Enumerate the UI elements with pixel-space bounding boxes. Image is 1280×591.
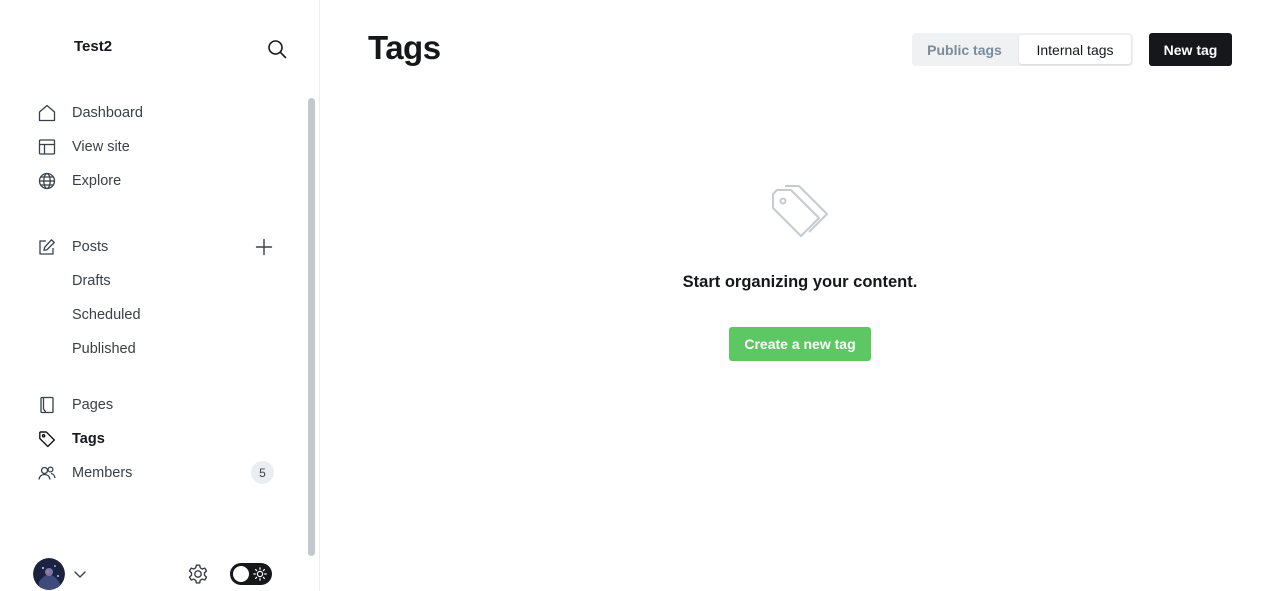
new-tag-button[interactable]: New tag xyxy=(1149,33,1232,66)
sidebar-item-label: Dashboard xyxy=(72,105,143,121)
globe-icon xyxy=(36,170,58,192)
sidebar-item-drafts[interactable]: Drafts xyxy=(72,268,111,294)
page-icon xyxy=(36,394,58,416)
sidebar: Test2 Dashboard View site Explore Posts … xyxy=(0,0,320,591)
sidebar-item-label: Pages xyxy=(72,397,114,413)
sidebar-item-view-site[interactable]: View site xyxy=(36,132,276,162)
home-icon xyxy=(36,102,58,124)
site-title[interactable]: Test2 xyxy=(74,38,112,55)
members-icon xyxy=(36,462,58,484)
avatar[interactable] xyxy=(33,558,65,590)
sidebar-item-pages[interactable]: Pages xyxy=(36,390,276,420)
page-title: Tags xyxy=(368,29,441,66)
sidebar-item-dashboard[interactable]: Dashboard xyxy=(36,98,276,128)
theme-toggle[interactable] xyxy=(230,563,272,585)
search-icon[interactable] xyxy=(265,37,289,61)
sidebar-item-label: View site xyxy=(72,139,130,155)
create-new-tag-button[interactable]: Create a new tag xyxy=(729,327,871,361)
chevron-down-icon[interactable] xyxy=(72,566,88,582)
sidebar-item-published[interactable]: Published xyxy=(72,336,136,362)
sidebar-item-tags[interactable]: Tags xyxy=(36,424,276,454)
sidebar-item-explore[interactable]: Explore xyxy=(36,166,276,196)
sidebar-item-label: Tags xyxy=(72,431,105,447)
sidebar-item-label: Members xyxy=(72,465,133,481)
new-post-plus-icon[interactable] xyxy=(253,236,275,258)
empty-state-message: Start organizing your content. xyxy=(682,273,918,291)
sidebar-scrollbar[interactable] xyxy=(306,98,316,556)
tags-empty-icon xyxy=(769,180,831,242)
tag-type-tabs: Public tags Internal tags xyxy=(912,33,1133,66)
gear-icon[interactable] xyxy=(186,562,210,586)
sidebar-item-label: Posts xyxy=(72,239,109,255)
sidebar-item-members[interactable]: Members xyxy=(36,458,276,488)
sidebar-item-label: Explore xyxy=(72,173,122,189)
sidebar-item-scheduled[interactable]: Scheduled xyxy=(72,302,141,328)
sidebar-item-posts[interactable]: Posts xyxy=(36,232,276,262)
layout-icon xyxy=(36,136,58,158)
tab-public-tags[interactable]: Public tags xyxy=(915,35,1014,64)
tag-icon xyxy=(36,428,58,450)
edit-icon xyxy=(36,236,58,258)
members-count-badge: 5 xyxy=(251,461,274,484)
sun-icon xyxy=(253,567,267,581)
scrollbar-thumb[interactable] xyxy=(308,98,315,556)
toggle-knob xyxy=(233,566,249,582)
tab-internal-tags[interactable]: Internal tags xyxy=(1019,35,1131,64)
